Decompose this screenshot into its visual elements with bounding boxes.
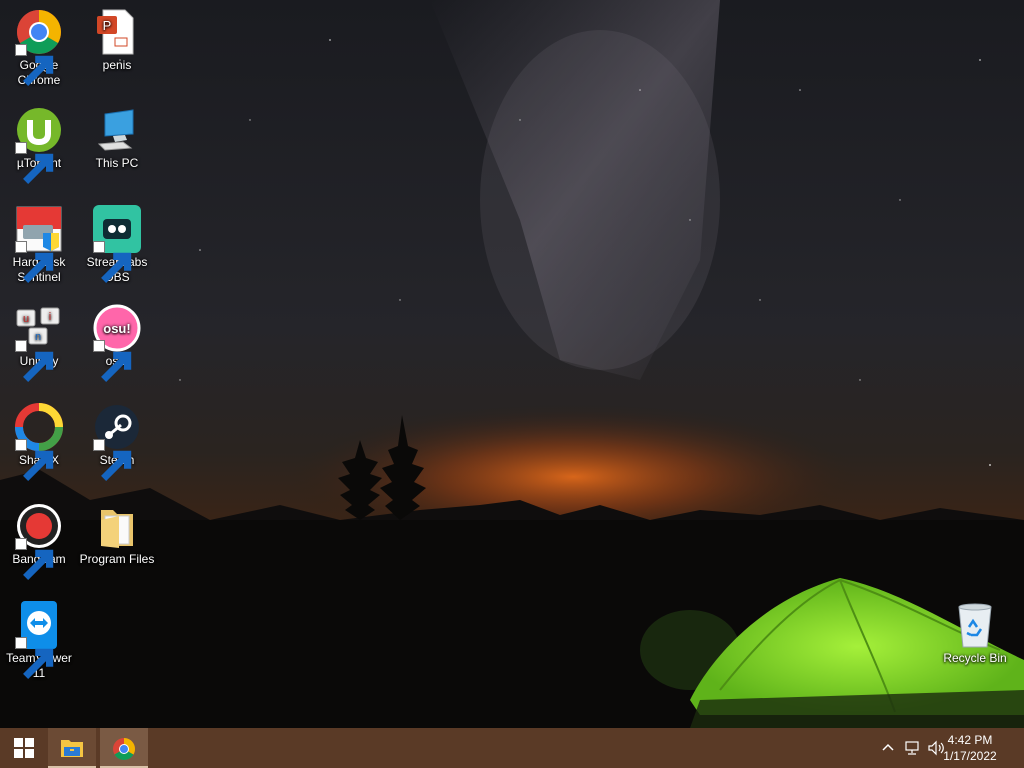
- svg-text:P: P: [103, 18, 112, 33]
- computer-icon: [93, 106, 141, 154]
- svg-text:i: i: [49, 311, 51, 323]
- desktop-icon-penis[interactable]: P penis: [78, 8, 156, 73]
- network-icon[interactable]: [903, 739, 921, 757]
- start-button[interactable]: [0, 728, 48, 768]
- shortcut-arrow-icon: [15, 241, 54, 283]
- folder-icon: [61, 740, 83, 757]
- recycle-bin-icon: [951, 601, 999, 649]
- taskbar: 4:42 PM 1/17/2022: [0, 728, 1024, 768]
- desktop-icon-this-pc[interactable]: This PC: [78, 106, 156, 171]
- steam-icon: [93, 403, 141, 481]
- desktop-icon-program-files[interactable]: Program Files: [78, 502, 156, 567]
- desktop-icon-label: This PC: [95, 156, 139, 170]
- chrome-icon: [113, 738, 135, 760]
- shortcut-arrow-icon: [93, 439, 132, 481]
- desktop-icon-streamlabs-obs[interactable]: Streamlabs OBS: [78, 205, 156, 285]
- desktop-icon-sharex[interactable]: ShareX: [0, 403, 78, 481]
- shortcut-arrow-icon: [15, 142, 54, 184]
- desktop-icon-recycle-bin[interactable]: Recycle Bin: [936, 601, 1014, 666]
- streamlabs-icon: [93, 205, 141, 283]
- svg-text:osu!: osu!: [103, 321, 130, 336]
- desktop-icon-label: penis: [102, 58, 132, 72]
- taskbar-file-explorer[interactable]: [48, 728, 96, 768]
- clock-date: 1/17/2022: [943, 749, 997, 763]
- desktop-icon-unikey[interactable]: uin UniKey: [0, 304, 78, 382]
- bandicam-icon: [15, 502, 63, 580]
- shortcut-arrow-icon: [15, 44, 54, 86]
- sharex-icon: [15, 403, 63, 481]
- desktop-icon-label: Recycle Bin: [943, 651, 1007, 665]
- shortcut-arrow-icon: [15, 637, 54, 679]
- shortcut-arrow-icon: [15, 340, 54, 382]
- system-clock[interactable]: 4:42 PM 1/17/2022: [930, 732, 1010, 764]
- desktop-icon-utorrent[interactable]: µTorrent: [0, 106, 78, 184]
- unikey-icon: uin: [15, 304, 63, 382]
- desktop-icon-teamviewer[interactable]: TeamViewer 11: [0, 601, 78, 681]
- chevron-up-icon[interactable]: [879, 739, 897, 757]
- shortcut-arrow-icon: [93, 241, 132, 283]
- desktop-icon-hard-disk-sentinel[interactable]: Hard Disk Sentinel: [0, 205, 78, 285]
- folder-icon: [93, 502, 141, 550]
- shortcut-arrow-icon: [93, 340, 132, 382]
- windows-logo-icon: [14, 738, 34, 758]
- svg-text:u: u: [23, 313, 29, 325]
- taskbar-google-chrome[interactable]: [100, 728, 148, 768]
- osu-icon: osu!: [93, 304, 141, 382]
- desktop-icon-google-chrome[interactable]: Google Chrome: [0, 8, 78, 88]
- hard-disk-sentinel-icon: [15, 205, 63, 283]
- shortcut-arrow-icon: [15, 538, 54, 580]
- desktop-icon-osu[interactable]: osu! osu!: [78, 304, 156, 382]
- teamviewer-icon: [15, 601, 63, 679]
- desktop-icon-bandicam[interactable]: Bandicam: [0, 502, 78, 580]
- clock-time: 4:42 PM: [947, 733, 993, 747]
- utorrent-icon: [15, 106, 63, 184]
- chrome-icon: [15, 8, 63, 86]
- powerpoint-file-icon: P: [93, 8, 141, 56]
- desktop-icon-steam[interactable]: Steam: [78, 403, 156, 481]
- shortcut-arrow-icon: [15, 439, 54, 481]
- desktop-icon-label: Program Files: [79, 552, 155, 566]
